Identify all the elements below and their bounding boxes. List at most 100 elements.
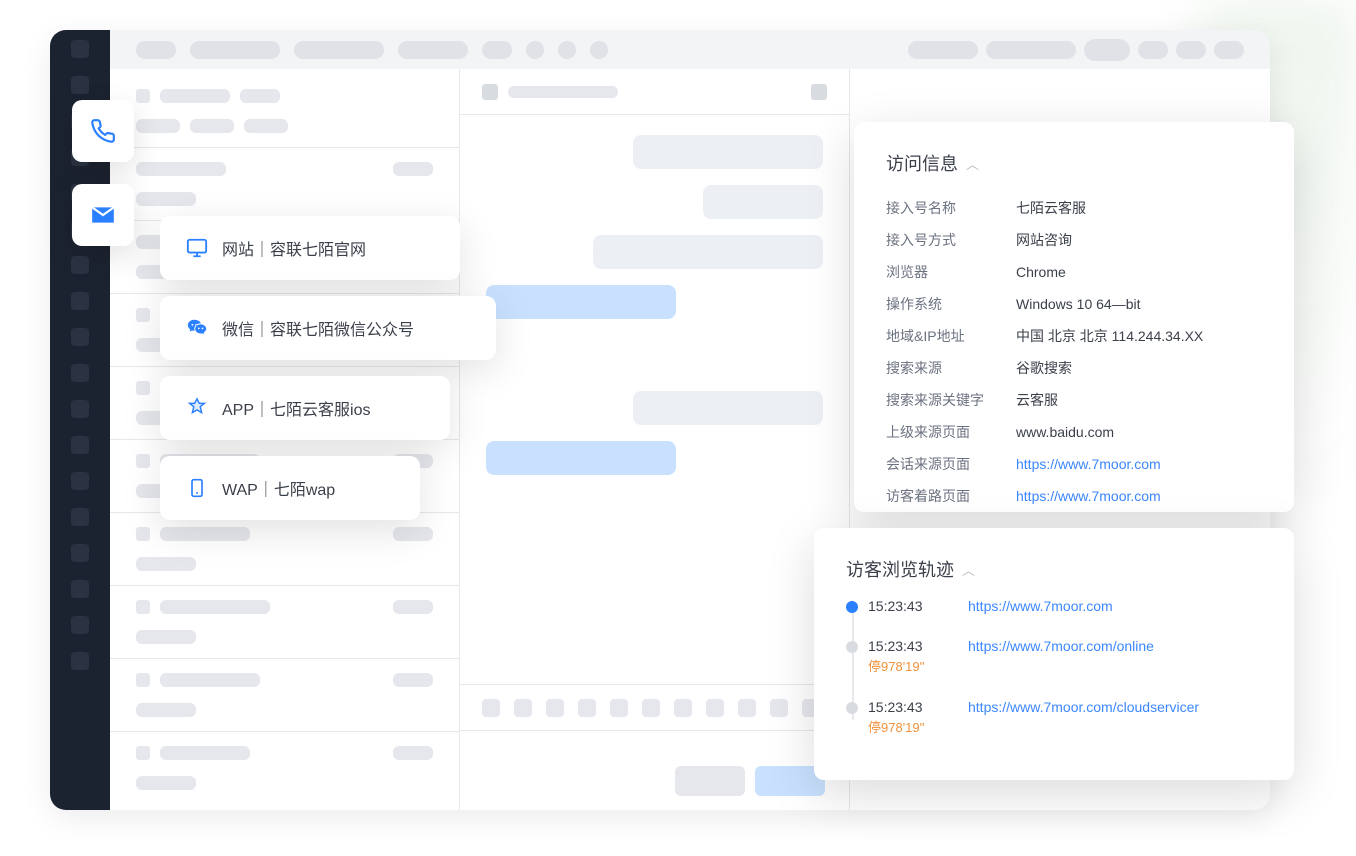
phone-icon: [90, 118, 116, 144]
sidebar-item[interactable]: [71, 436, 89, 454]
info-value: 云客服: [1016, 384, 1058, 416]
channel-card-label: 微信｜容联七陌微信公众号: [222, 316, 414, 340]
chat-toolbar: [460, 684, 849, 730]
tool-item[interactable]: [546, 699, 564, 717]
sidebar-item[interactable]: [71, 328, 89, 346]
placeholder: [482, 41, 512, 59]
info-value: 谷歌搜索: [1016, 352, 1072, 384]
sidebar-item[interactable]: [71, 256, 89, 274]
mail-icon: [90, 202, 116, 228]
placeholder: [508, 86, 618, 98]
placeholder: [1176, 41, 1206, 59]
tool-item[interactable]: [514, 699, 532, 717]
timeline-dot: [846, 601, 858, 613]
info-value[interactable]: https://www.7moor.com: [1016, 448, 1161, 480]
message-in: [633, 135, 823, 169]
sidebar-item[interactable]: [71, 400, 89, 418]
info-key: 浏览器: [886, 256, 1016, 288]
channel-card-label: APP｜七陌云客服ios: [222, 396, 370, 420]
tool-item[interactable]: [770, 699, 788, 717]
sidebar-item[interactable]: [71, 472, 89, 490]
secondary-button[interactable]: [675, 766, 745, 796]
app-icon: [186, 397, 208, 419]
chat-header: [460, 69, 849, 115]
placeholder: [986, 41, 1076, 59]
channel-card-wechat[interactable]: 微信｜容联七陌微信公众号: [160, 296, 496, 360]
info-row: 操作系统Windows 10 64—bit: [886, 288, 1262, 320]
chat-column: [460, 69, 850, 810]
trail-url[interactable]: https://www.7moor.com: [968, 598, 1113, 614]
info-row: 接入号名称七陌云客服: [886, 192, 1262, 224]
user-pill[interactable]: [1084, 39, 1130, 61]
info-value: 中国 北京 北京 114.244.34.XX: [1016, 320, 1203, 352]
tool-item[interactable]: [578, 699, 596, 717]
info-value: Windows 10 64—bit: [1016, 288, 1141, 320]
wechat-icon: [186, 317, 208, 339]
message-out: [486, 285, 676, 319]
visit-info-panel: 访问信息 ︿ 接入号名称七陌云客服接入号方式网站咨询浏览器Chrome操作系统W…: [854, 122, 1294, 512]
info-row: 接入号方式网站咨询: [886, 224, 1262, 256]
info-key: 接入号名称: [886, 192, 1016, 224]
info-value: 七陌云客服: [1016, 192, 1086, 224]
info-value: Chrome: [1016, 256, 1066, 288]
channel-card-app[interactable]: APP｜七陌云客服ios: [160, 376, 450, 440]
trail-url[interactable]: https://www.7moor.com/cloudservicer: [968, 699, 1199, 715]
placeholder-circle: [526, 41, 544, 59]
info-value: www.baidu.com: [1016, 416, 1114, 448]
info-key: 搜索来源关键字: [886, 384, 1016, 416]
chat-messages: [460, 115, 849, 684]
tool-item[interactable]: [610, 699, 628, 717]
info-key: 会话来源页面: [886, 448, 1016, 480]
trail-url[interactable]: https://www.7moor.com/online: [968, 638, 1154, 654]
trail-time: 15:23:43: [868, 598, 938, 614]
info-key: 接入号方式: [886, 224, 1016, 256]
visitor-trail-panel: 访客浏览轨迹 ︿ 15:23:43https://www.7moor.com15…: [814, 528, 1294, 780]
channel-card-wap[interactable]: WAP｜七陌wap: [160, 456, 420, 520]
tool-item[interactable]: [674, 699, 692, 717]
sidebar-item[interactable]: [71, 76, 89, 94]
panel-title-text: 访问信息: [886, 150, 958, 176]
chevron-up-icon: ︿: [962, 560, 975, 579]
panel-title[interactable]: 访问信息 ︿: [886, 150, 1262, 176]
channel-card-web[interactable]: 网站｜容联七陌官网: [160, 216, 460, 280]
info-key: 地域&IP地址: [886, 320, 1016, 352]
info-row: 搜索来源谷歌搜索: [886, 352, 1262, 384]
tool-item[interactable]: [706, 699, 724, 717]
panel-title[interactable]: 访客浏览轨迹 ︿: [846, 556, 1262, 582]
tool-item[interactable]: [738, 699, 756, 717]
channel-phone-button[interactable]: [72, 100, 134, 162]
info-row: 浏览器Chrome: [886, 256, 1262, 288]
placeholder: [398, 41, 468, 59]
message-in: [703, 185, 823, 219]
trail-row: 15:23:43 https://www.7moor.com: [868, 598, 1262, 614]
tool-item[interactable]: [482, 699, 500, 717]
placeholder-circle: [558, 41, 576, 59]
topbar-right: [908, 39, 1244, 61]
sidebar-item[interactable]: [71, 364, 89, 382]
monitor-icon: [186, 237, 208, 259]
placeholder: [908, 41, 978, 59]
chevron-up-icon: ︿: [966, 154, 979, 173]
channel-card-label: WAP｜七陌wap: [222, 476, 335, 500]
sidebar-item[interactable]: [71, 580, 89, 598]
message-out: [486, 441, 676, 475]
header-action[interactable]: [811, 84, 827, 100]
monitor-icon: [482, 84, 498, 100]
sidebar-item[interactable]: [71, 544, 89, 562]
placeholder-circle: [590, 41, 608, 59]
sidebar-item[interactable]: [71, 292, 89, 310]
chat-input-area[interactable]: [460, 730, 849, 810]
sidebar-item[interactable]: [71, 508, 89, 526]
channel-mail-button[interactable]: [72, 184, 134, 246]
sidebar-item[interactable]: [71, 616, 89, 634]
info-key: 访客着路页面: [886, 480, 1016, 512]
info-key: 操作系统: [886, 288, 1016, 320]
message-in: [593, 235, 823, 269]
sidebar-item[interactable]: [71, 652, 89, 670]
message-in: [633, 391, 823, 425]
tool-item[interactable]: [642, 699, 660, 717]
trail-time: 15:23:43: [868, 699, 938, 715]
sidebar-item[interactable]: [71, 40, 89, 58]
info-value[interactable]: https://www.7moor.com: [1016, 480, 1161, 512]
info-row: 地域&IP地址中国 北京 北京 114.244.34.XX: [886, 320, 1262, 352]
